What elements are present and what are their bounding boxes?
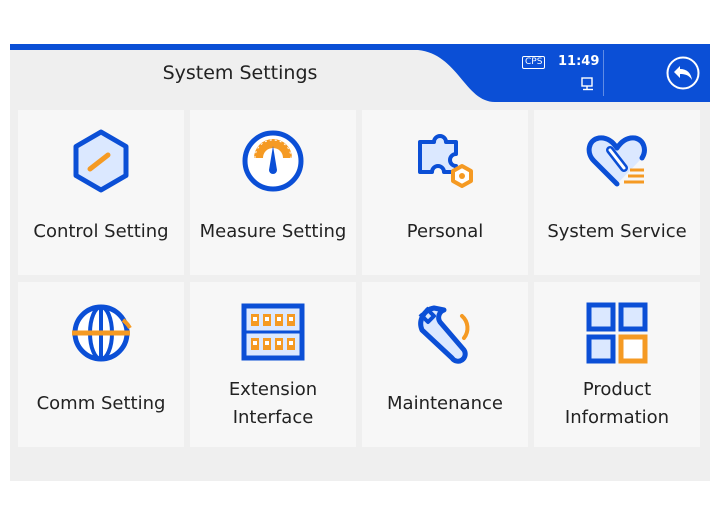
tile-label-line1: Extension — [228, 379, 318, 400]
comm-setting-tile[interactable]: Comm Setting — [18, 282, 184, 447]
cps-badge: CPS — [522, 56, 546, 69]
page-title: System Settings — [162, 62, 318, 84]
header-bar: System Settings CPS 11:49 — [10, 44, 710, 102]
control-setting-icon — [73, 129, 129, 193]
clock-time: 11:49 — [558, 54, 600, 69]
system-service-tile[interactable]: System Service — [534, 110, 700, 275]
globe-icon — [72, 304, 132, 362]
gauge-icon — [242, 130, 304, 192]
back-button[interactable] — [666, 56, 700, 90]
tile-label: System Service — [547, 221, 687, 242]
product-information-tile[interactable]: Product Information — [534, 282, 700, 447]
measure-setting-tile[interactable]: Measure Setting — [190, 110, 356, 275]
grid-icon — [586, 302, 648, 364]
header-separator — [603, 50, 604, 96]
wrench-icon — [418, 305, 470, 364]
tile-label-line2: Information — [564, 407, 670, 428]
tile-label-line1: Product — [582, 379, 652, 400]
network-icon — [581, 77, 593, 91]
personal-tile[interactable]: Personal — [362, 110, 528, 275]
tile-label-line2: Interface — [232, 407, 314, 428]
control-setting-tile[interactable]: Control Setting — [18, 110, 184, 275]
tile-label: Maintenance — [387, 393, 503, 414]
tile-label: Control Setting — [33, 221, 169, 242]
tile-label: Measure Setting — [199, 221, 347, 242]
tile-label: Personal — [406, 221, 484, 242]
extension-interface-tile[interactable]: Extension Interface — [190, 282, 356, 447]
extension-panel-icon — [241, 303, 305, 361]
puzzle-gear-icon — [418, 134, 473, 188]
maintenance-tile[interactable]: Maintenance — [362, 282, 528, 447]
system-settings-screen: System Settings CPS 11:49 Control Settin… — [10, 44, 710, 481]
tile-label: Comm Setting — [36, 393, 166, 414]
back-arrow-icon — [674, 66, 692, 80]
heart-wrench-icon — [586, 135, 647, 187]
